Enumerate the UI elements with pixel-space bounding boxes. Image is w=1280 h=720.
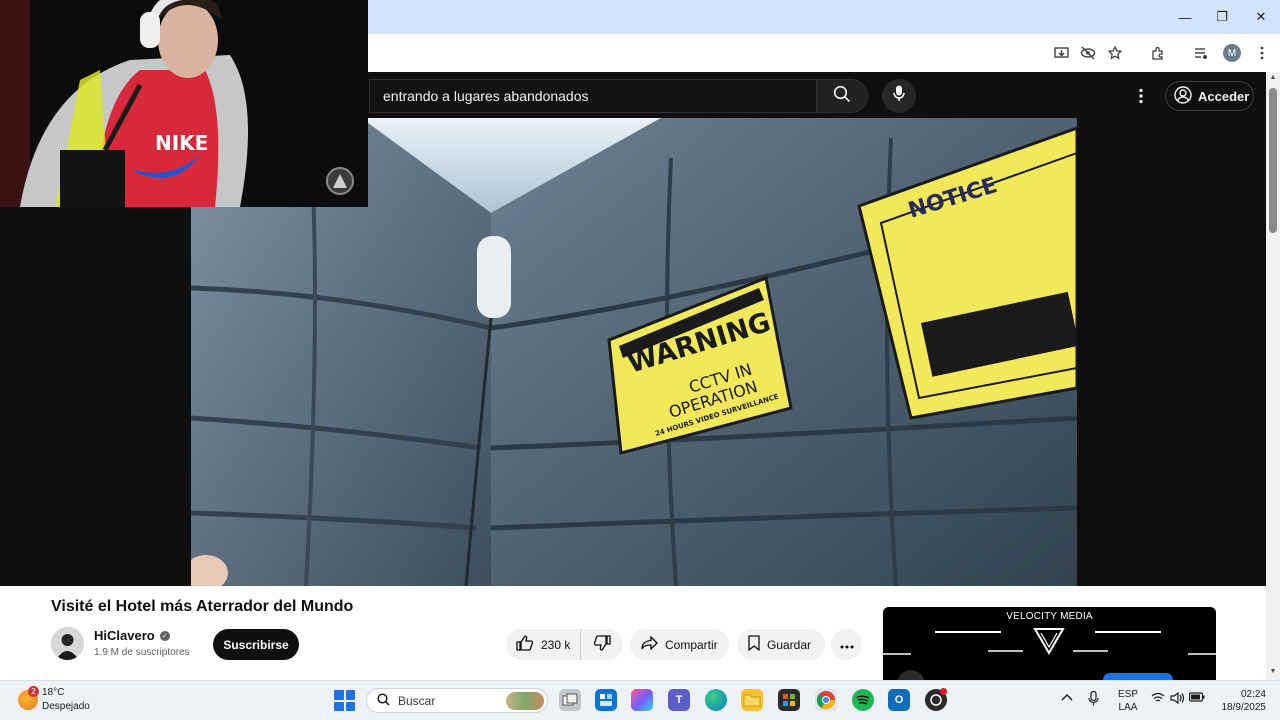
sign-in-label: Acceder	[1198, 88, 1250, 104]
like-button[interactable]: 230 k	[506, 629, 581, 660]
microphone-tray-icon[interactable]	[1088, 690, 1099, 709]
chrome-browser-icon[interactable]	[815, 689, 837, 711]
like-count: 230 k	[541, 637, 571, 652]
language-code: ESP	[1118, 689, 1139, 700]
outlook-app-icon[interactable]: O	[888, 689, 910, 711]
browser-menu-icon[interactable]	[1250, 42, 1274, 64]
system-clock[interactable]: 02:24 18/9/2025	[1214, 688, 1267, 714]
subscriber-count: 1.9 M de suscriptores	[94, 647, 190, 658]
extensions-icon[interactable]	[1145, 42, 1169, 64]
app-alert-dot	[940, 688, 947, 695]
ad-brand-label: VELOCITY MEDIA	[1006, 611, 1093, 622]
save-button[interactable]: Guardar	[737, 629, 825, 660]
video-title: Visité el Hotel más Aterrador del Mundo	[51, 598, 354, 615]
search-button[interactable]	[816, 79, 868, 113]
more-actions-button[interactable]	[831, 629, 862, 660]
share-button[interactable]: Compartir	[630, 629, 729, 660]
subscribe-button[interactable]: Suscribirse	[213, 629, 299, 660]
account-circle-icon	[1174, 85, 1192, 107]
taskbar-search-input[interactable]: Buscar	[366, 688, 548, 713]
minimize-button[interactable]: —	[1170, 6, 1200, 28]
save-label: Guardar	[767, 637, 812, 652]
dislike-button[interactable]	[581, 629, 623, 660]
volume-icon[interactable]	[1170, 691, 1185, 707]
bookmark-star-icon[interactable]	[1103, 42, 1127, 64]
more-options-icon[interactable]	[1130, 84, 1152, 108]
thumbs-down-icon	[593, 635, 611, 654]
task-view-icon[interactable]	[559, 689, 581, 711]
teams-app-icon[interactable]: T	[668, 689, 690, 711]
microsoft-store-icon[interactable]	[778, 689, 800, 711]
streamer-webcam: NIKE	[0, 0, 368, 207]
eye-off-icon[interactable]	[1076, 42, 1100, 64]
file-explorer-icon[interactable]	[741, 689, 763, 711]
search-icon	[833, 85, 851, 108]
battery-icon[interactable]	[1188, 692, 1205, 705]
webcam-overlay: NIKE	[0, 0, 368, 207]
share-arrow-icon	[641, 635, 658, 653]
thumbs-up-icon	[516, 635, 534, 654]
copilot-app-icon[interactable]	[631, 689, 653, 711]
like-dislike-group: 230 k	[506, 629, 623, 660]
weather-temperature[interactable]: 18°C	[42, 687, 64, 698]
sign-in-button[interactable]: Acceder	[1165, 81, 1254, 111]
channel-name-row[interactable]: HiClavero ✓	[94, 628, 170, 643]
weather-condition[interactable]: Despejado	[42, 701, 90, 712]
scroll-up-arrow-icon[interactable]: ▲	[1268, 74, 1278, 84]
wifi-icon[interactable]	[1151, 692, 1165, 706]
edge-browser-icon[interactable]	[705, 689, 727, 711]
microphone-icon	[893, 85, 905, 107]
clock-time: 02:24	[1240, 689, 1266, 700]
show-hidden-icons-chevron-icon[interactable]	[1061, 692, 1073, 704]
channel-avatar[interactable]	[51, 627, 84, 660]
clock-date: 18/9/2025	[1221, 702, 1267, 713]
share-label: Compartir	[665, 637, 718, 652]
bookmark-icon	[748, 635, 760, 654]
install-app-icon[interactable]	[1049, 42, 1073, 64]
search-input[interactable]: entrando a lugares abandonados	[369, 79, 816, 113]
search-highlight-image	[506, 691, 544, 710]
search-query-text: entrando a lugares abandonados	[383, 88, 589, 104]
keyboard-layout: LAA	[1118, 702, 1138, 713]
media-control-icon[interactable]	[1189, 42, 1213, 64]
maximize-button[interactable]: ❐	[1207, 6, 1237, 28]
search-icon	[377, 692, 390, 709]
channel-name[interactable]: HiClavero	[94, 628, 155, 643]
verified-check-icon: ✓	[159, 630, 170, 641]
svg-text:NIKE: NIKE	[155, 131, 208, 155]
taskbar-search-placeholder: Buscar	[398, 693, 436, 708]
input-language-indicator[interactable]: ESP LAA	[1118, 688, 1138, 714]
widgets-app-icon[interactable]	[595, 689, 617, 711]
notification-badge: 2	[28, 686, 39, 697]
windows-start-icon[interactable]	[334, 690, 355, 711]
more-horizontal-icon	[840, 638, 854, 652]
scroll-down-arrow-icon[interactable]: ▼	[1268, 668, 1278, 678]
voice-search-button[interactable]	[882, 79, 916, 113]
close-window-button[interactable]: ✕	[1246, 6, 1276, 28]
spotify-app-icon[interactable]	[852, 689, 874, 711]
scrollbar-thumb[interactable]	[1269, 88, 1277, 233]
profile-avatar[interactable]: M	[1223, 44, 1241, 62]
